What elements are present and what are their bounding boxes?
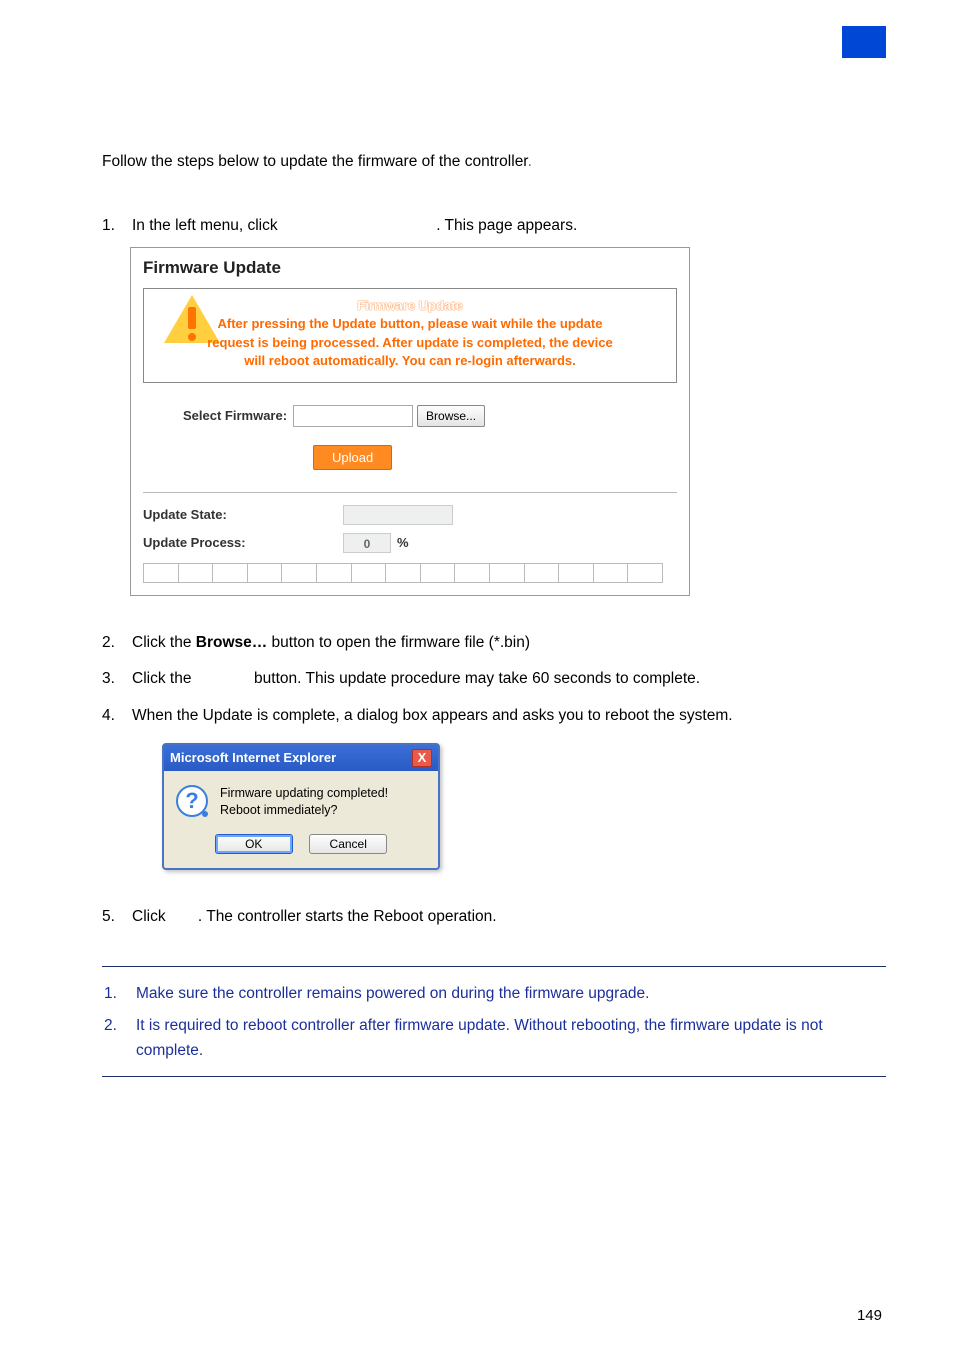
step-3-a: Click the bbox=[132, 670, 196, 687]
panel-title: Firmware Update bbox=[143, 258, 677, 278]
step-1-number: 1. bbox=[102, 213, 132, 239]
step-1-a: In the left menu, click bbox=[132, 217, 282, 234]
note-1: 1. Make sure the controller remains powe… bbox=[102, 981, 886, 1007]
step-4: 4. When the Update is complete, a dialog… bbox=[102, 703, 886, 729]
step-2: 2. Click the Browse… button to open the … bbox=[102, 630, 886, 656]
ok-button[interactable]: OK bbox=[215, 834, 293, 854]
warning-line-3: will reboot automatically. You can re-lo… bbox=[154, 352, 666, 370]
intro-paragraph: Follow the steps below to update the fir… bbox=[102, 150, 886, 175]
step-3-b: button. This update procedure may take 6… bbox=[250, 670, 700, 687]
step-2-text: Click the Browse… button to open the fir… bbox=[132, 630, 886, 656]
warning-line-1: After pressing the Update button, please… bbox=[154, 315, 666, 333]
note-1-number: 1. bbox=[102, 981, 136, 1007]
reboot-dialog: Microsoft Internet Explorer X ? Firmware… bbox=[162, 743, 440, 870]
header-accent-box bbox=[842, 26, 886, 58]
step-5-number: 5. bbox=[102, 904, 132, 930]
page-content: Follow the steps below to update the fir… bbox=[102, 150, 886, 1077]
page-number: 149 bbox=[857, 1307, 882, 1324]
warning-heading: Firmware Update bbox=[154, 297, 666, 315]
dialog-title-text: Microsoft Internet Explorer bbox=[170, 750, 336, 765]
update-state-row: Update State: bbox=[143, 505, 677, 525]
dialog-buttons: OK Cancel bbox=[164, 828, 438, 868]
step-2-a: Click the bbox=[132, 634, 196, 651]
step-2-number: 2. bbox=[102, 630, 132, 656]
close-icon[interactable]: X bbox=[412, 749, 432, 767]
update-state-value bbox=[343, 505, 453, 525]
warning-box: Firmware Update After pressing the Updat… bbox=[143, 288, 677, 383]
dialog-message: Firmware updating completed! Reboot imme… bbox=[220, 785, 388, 820]
step-1: 1. In the left menu, click . This page a… bbox=[102, 213, 886, 239]
update-process-value: 0 bbox=[343, 533, 391, 553]
step-3-number: 3. bbox=[102, 666, 132, 692]
firmware-update-panel: Firmware Update Firmware Update After pr… bbox=[130, 247, 690, 596]
step-5-b: . The controller starts the Reboot opera… bbox=[198, 908, 497, 925]
intro-text: Follow the steps below to update the fir… bbox=[102, 153, 528, 170]
notes-divider-top bbox=[102, 966, 886, 967]
percent-sign: % bbox=[397, 535, 409, 550]
dialog-line-2: Reboot immediately? bbox=[220, 802, 388, 820]
notes-divider-bottom bbox=[102, 1076, 886, 1077]
progress-bar bbox=[143, 563, 663, 583]
firmware-path-input[interactable] bbox=[293, 405, 413, 427]
step-5: 5. Click . The controller starts the Reb… bbox=[102, 904, 886, 930]
step-1-text: In the left menu, click . This page appe… bbox=[132, 213, 886, 239]
dialog-body: ? Firmware updating completed! Reboot im… bbox=[164, 771, 438, 828]
intro-period: . bbox=[528, 153, 532, 170]
step-2-bold: Browse… bbox=[196, 634, 268, 651]
dialog-titlebar: Microsoft Internet Explorer X bbox=[164, 745, 438, 771]
panel-divider bbox=[143, 492, 677, 493]
note-2-text: It is required to reboot controller afte… bbox=[136, 1013, 886, 1064]
select-firmware-label: Select Firmware: bbox=[183, 408, 287, 423]
step-4-text: When the Update is complete, a dialog bo… bbox=[132, 703, 886, 729]
note-2: 2. It is required to reboot controller a… bbox=[102, 1013, 886, 1064]
upload-button[interactable]: Upload bbox=[313, 445, 392, 470]
question-icon: ? bbox=[176, 785, 208, 817]
cancel-button[interactable]: Cancel bbox=[309, 834, 387, 854]
select-firmware-row: Select Firmware: Browse... bbox=[143, 405, 677, 427]
step-4-number: 4. bbox=[102, 703, 132, 729]
update-process-label: Update Process: bbox=[143, 535, 343, 550]
note-2-number: 2. bbox=[102, 1013, 136, 1064]
dialog-line-1: Firmware updating completed! bbox=[220, 785, 388, 803]
note-1-text: Make sure the controller remains powered… bbox=[136, 981, 886, 1007]
step-1-b: . This page appears. bbox=[436, 217, 577, 234]
step-3: 3. Click the button. This update procedu… bbox=[102, 666, 886, 692]
step-3-text: Click the button. This update procedure … bbox=[132, 666, 886, 692]
step-2-b: button to open the firmware file (*.bin) bbox=[267, 634, 530, 651]
update-state-label: Update State: bbox=[143, 507, 343, 522]
update-process-row: Update Process: 0 % bbox=[143, 533, 677, 553]
browse-button[interactable]: Browse... bbox=[417, 405, 485, 427]
step-5-text: Click . The controller starts the Reboot… bbox=[132, 904, 886, 930]
step-5-a: Click bbox=[132, 908, 170, 925]
warning-line-2: request is being processed. After update… bbox=[154, 334, 666, 352]
